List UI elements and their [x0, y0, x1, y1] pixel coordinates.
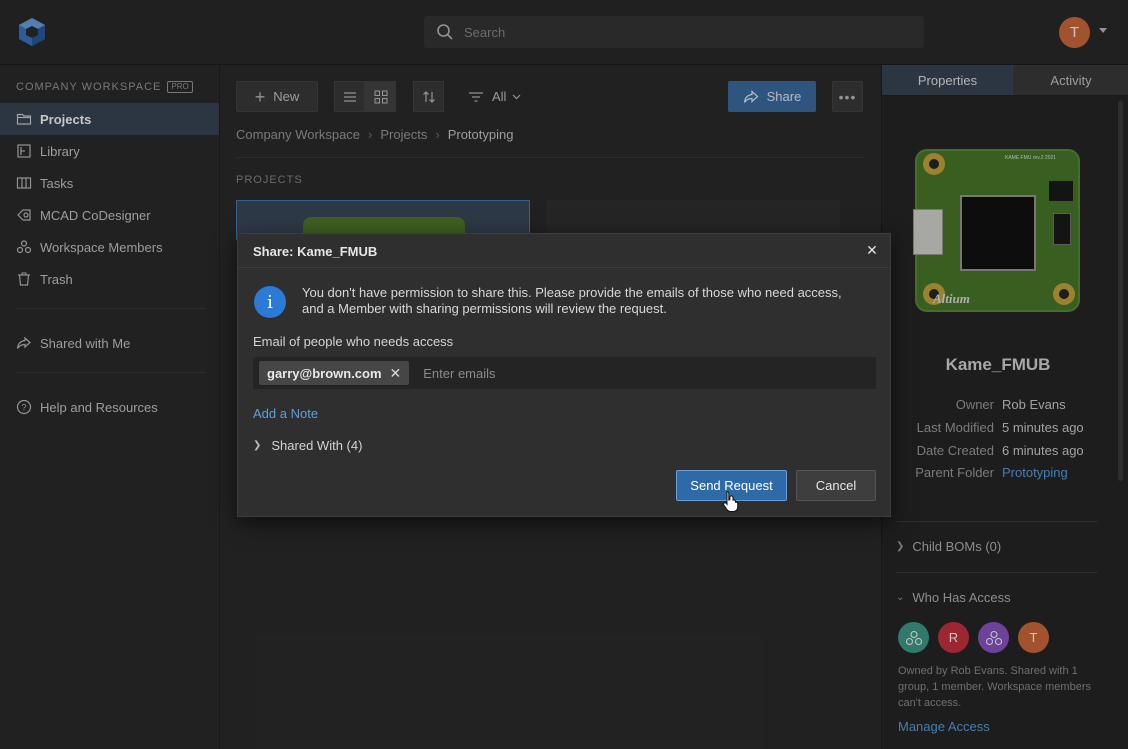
shared-with-label: Shared With (4)	[271, 438, 363, 453]
chevron-right-icon: ❯	[253, 440, 262, 451]
share-dialog: Share: Kame_FMUB ✕ i You don't have perm…	[237, 233, 891, 517]
divider	[238, 267, 890, 268]
email-input-box[interactable]: garry@brown.com ✕	[253, 357, 876, 389]
info-icon: i	[254, 286, 286, 318]
email-chip-text: garry@brown.com	[267, 365, 382, 381]
dialog-title: Share: Kame_FMUB	[253, 244, 378, 259]
email-chip: garry@brown.com ✕	[259, 361, 410, 385]
shared-with-toggle[interactable]: ❯ Shared With (4)	[253, 438, 362, 453]
close-icon[interactable]: ✕	[862, 240, 882, 260]
email-label: Email of people who needs access	[253, 334, 454, 349]
email-input[interactable]	[423, 365, 824, 381]
permission-message: You don't have permission to share this.…	[302, 285, 842, 316]
hand-cursor-icon	[723, 491, 739, 512]
add-note-link[interactable]: Add a Note	[253, 406, 318, 421]
remove-chip-icon[interactable]: ✕	[390, 365, 402, 382]
cancel-button[interactable]: Cancel	[796, 470, 876, 501]
